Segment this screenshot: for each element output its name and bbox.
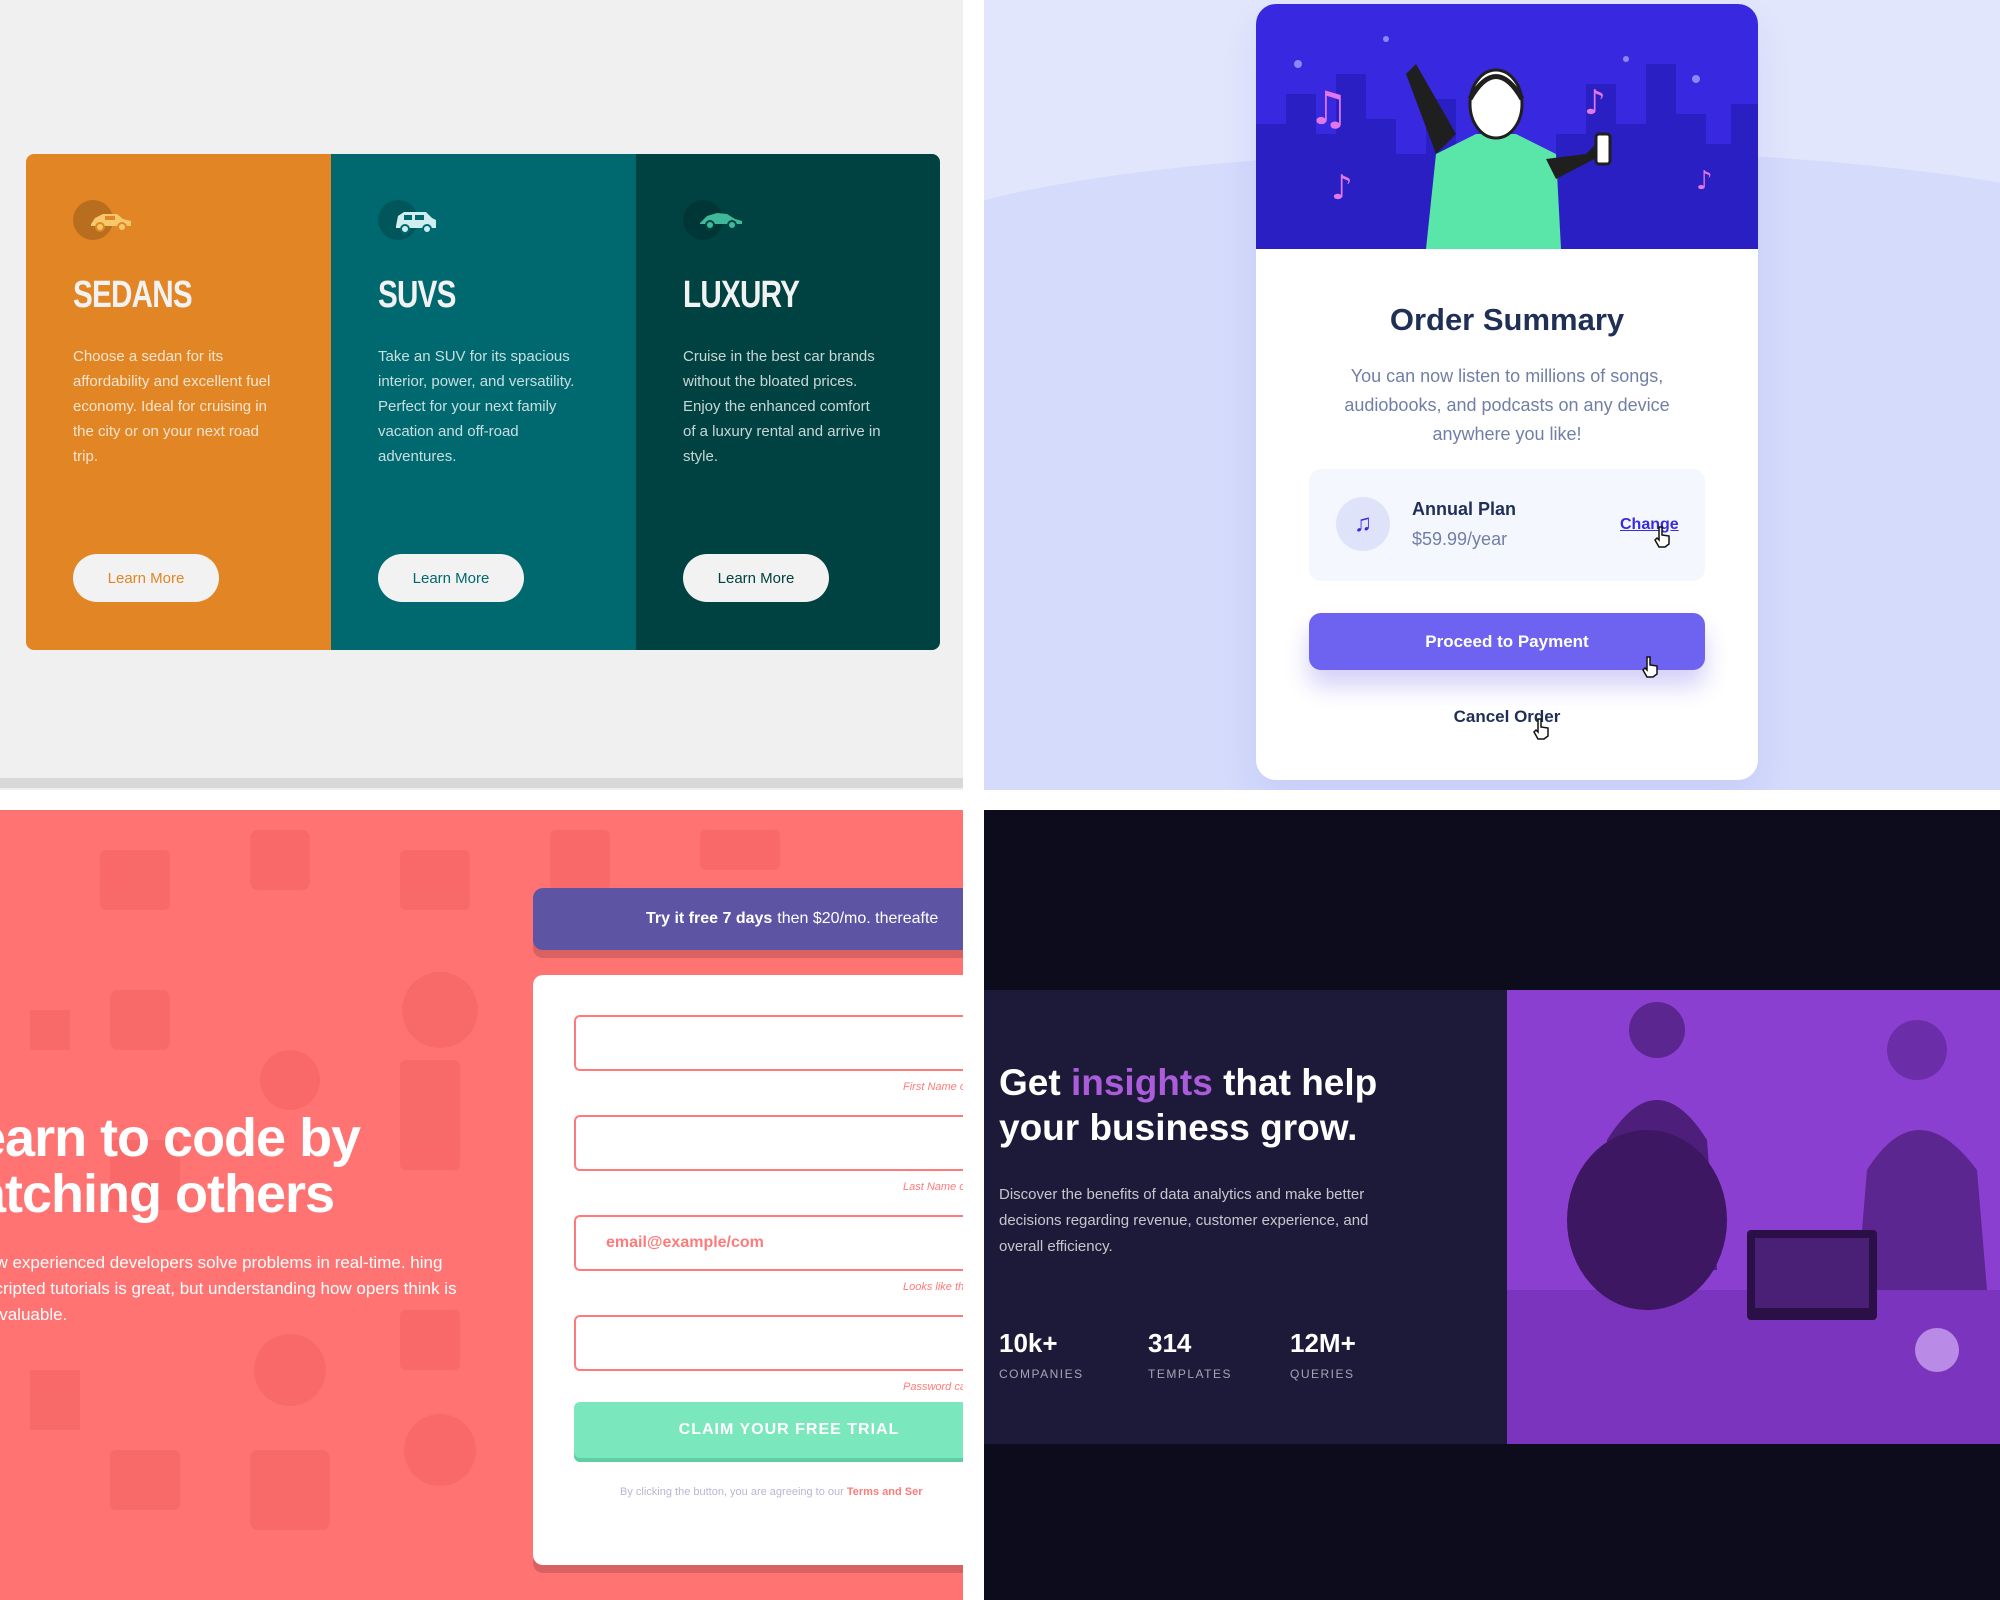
svg-text:♪: ♪ [1696, 166, 1713, 196]
stat-label: QUERIES [1290, 1367, 1355, 1381]
card-text: Cruise in the best car brands without th… [683, 348, 881, 465]
svg-text:♪: ♪ [1331, 168, 1353, 208]
stat-templates: 314 TEMPLATES [1148, 1328, 1232, 1381]
card-text: Take an SUV for its spacious interior, p… [378, 348, 575, 465]
insights-title: Get insights that help your business gro… [999, 1060, 1377, 1150]
plan-price: $59.99/year [1412, 529, 1508, 549]
intro-copy: ow experienced developers solve problems… [0, 1253, 457, 1324]
stat-value: 10k+ [999, 1328, 1058, 1358]
learn-more-button[interactable]: Learn More [683, 554, 829, 602]
divider [0, 778, 963, 788]
suvs-card: SUVS Take an SUV for its spacious interi… [331, 154, 636, 650]
music-note-icon: ♫ [1336, 497, 1390, 551]
insights-panel: Get insights that help your business gro… [984, 810, 2000, 1600]
team-photo [1507, 990, 2000, 1444]
headline: earn to code by atching others [0, 1108, 361, 1224]
stat-label: COMPANIES [999, 1367, 1084, 1381]
hand-cursor-icon [1642, 656, 1658, 678]
hand-cursor-icon [1533, 718, 1549, 740]
password-error: Password car [903, 1381, 963, 1393]
car-rental-panel: SEDANS Choose a sedan for its affordabil… [0, 0, 963, 790]
email-error: Looks like this i [903, 1281, 963, 1293]
car-cards: SEDANS Choose a sedan for its affordabil… [26, 154, 940, 650]
first-name-field[interactable] [574, 1015, 963, 1071]
password-field[interactable] [574, 1315, 963, 1371]
email-field[interactable]: email@example/com [574, 1215, 963, 1271]
hand-cursor-icon [1654, 526, 1670, 548]
learn-more-button[interactable]: Learn More [378, 554, 524, 602]
last-name-field[interactable] [574, 1115, 963, 1171]
trial-banner: Try it free 7 days then $20/mo. thereaft… [533, 888, 963, 950]
svg-text:♪: ♪ [1584, 83, 1606, 123]
headline-line-2: atching others [0, 1164, 335, 1224]
trial-banner-bold: Try it free 7 days [646, 910, 773, 927]
plan-box: ♫ Annual Plan $59.99/year Change [1309, 469, 1705, 581]
order-summary-panel: ♫ ♪ ♪ ♪ Order Summary You can now listen… [984, 0, 2000, 790]
sedan-icon [73, 200, 139, 244]
card-title: SUVS [378, 274, 456, 316]
stat-value: 314 [1148, 1328, 1192, 1358]
suv-icon [378, 200, 444, 244]
terms-note: By clicking the button, you are agreeing… [620, 1486, 922, 1498]
title-accent: insights [1070, 1062, 1213, 1103]
insights-description: Discover the benefits of data analytics … [999, 1186, 1369, 1255]
plan-name: Annual Plan [1412, 499, 1517, 519]
card-text: Choose a sedan for its affordability and… [73, 348, 271, 465]
luxury-card: LUXURY Cruise in the best car brands wit… [636, 154, 940, 650]
order-description: You can now listen to millions of songs,… [1344, 366, 1670, 444]
luxury-car-icon [683, 200, 749, 244]
stat-value: 12M+ [1290, 1328, 1356, 1358]
hero-illustration: ♫ ♪ ♪ ♪ [1256, 4, 1758, 249]
title-line-2: your business grow. [999, 1107, 1358, 1148]
first-name-error: First Name car [903, 1081, 963, 1093]
card-title: SEDANS [73, 274, 193, 316]
title-post: that help [1223, 1062, 1378, 1103]
stat-companies: 10k+ COMPANIES [999, 1328, 1084, 1381]
claim-free-trial-button[interactable]: CLAIM YOUR FREE TRIAL [574, 1402, 963, 1458]
last-name-error: Last Name car [903, 1181, 963, 1193]
sedans-card: SEDANS Choose a sedan for its affordabil… [26, 154, 331, 650]
svg-text:♫: ♫ [1308, 81, 1349, 135]
stat-queries: 12M+ QUERIES [1290, 1328, 1356, 1381]
signup-panel: earn to code by atching others ow experi… [0, 810, 963, 1600]
terms-link[interactable]: Terms and Ser [847, 1486, 923, 1498]
trial-banner-rest: then $20/mo. thereafte [777, 910, 939, 927]
learn-more-button[interactable]: Learn More [73, 554, 219, 602]
card-title: LUXURY [683, 274, 800, 316]
insights-card: Get insights that help your business gro… [984, 990, 2000, 1444]
headline-line-1: earn to code by [0, 1108, 361, 1168]
title-pre: Get [999, 1062, 1061, 1103]
terms-text: By clicking the button, you are agreeing… [620, 1486, 844, 1498]
signup-form: First Name car Last Name car email@examp… [533, 975, 963, 1565]
cancel-order-button[interactable]: Cancel Order [1256, 707, 1758, 727]
stat-label: TEMPLATES [1148, 1367, 1232, 1381]
order-card: ♫ ♪ ♪ ♪ Order Summary You can now listen… [1256, 4, 1758, 780]
order-title: Order Summary [1389, 302, 1625, 337]
